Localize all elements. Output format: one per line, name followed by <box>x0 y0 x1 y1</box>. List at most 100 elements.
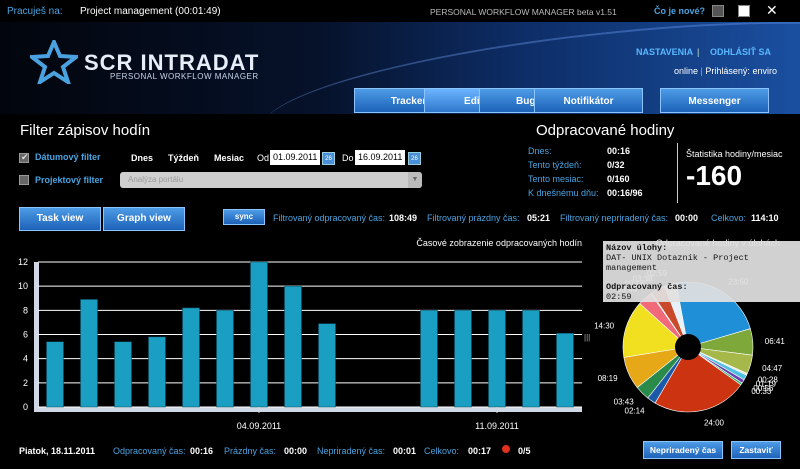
chevron-down-icon: ▼ <box>408 172 422 188</box>
x-tick-label: 04.09.2011 <box>237 421 281 431</box>
to-label: Do <box>342 153 354 163</box>
from-label: Od <box>257 153 270 163</box>
header-banner: SCR INTRADAT PERSONAL WORKFLOW MANAGER N… <box>0 22 800 114</box>
bar <box>284 285 302 408</box>
tooltip-time-value: 02:59 <box>606 292 632 302</box>
sync-button[interactable]: sync <box>223 209 265 225</box>
from-date-field[interactable]: 01.09.2011 <box>270 150 320 165</box>
filtered-empty-label: Filtrovaný prázdny čas: <box>427 213 520 223</box>
stat-label-month: Tento mesiac: <box>528 174 584 184</box>
stats-divider <box>677 143 678 203</box>
filtered-empty-value: 05:21 <box>527 213 551 223</box>
to-date-field[interactable]: 16.09.2011 <box>355 150 405 165</box>
y-tick-label: 12 <box>18 257 28 267</box>
bar <box>148 336 166 408</box>
footer-unassigned-value: 00:01 <box>393 446 417 456</box>
stat-label-week: Tento týždeň: <box>528 160 582 170</box>
working-on-label: Pracuješ na: <box>7 6 63 17</box>
pie-slice-label: 08:19 <box>598 374 619 383</box>
pie-slice-label: 06:41 <box>765 337 786 346</box>
bar <box>114 341 132 408</box>
footer-date: Piatok, 18.11.2011 <box>19 446 96 456</box>
pie-center-marker: ||| <box>584 333 590 342</box>
pie-slice-label: 00:33 <box>751 387 772 396</box>
user-status: online | Prihlásený: enviro <box>674 66 777 76</box>
project-select-value: Analýza portálu <box>128 175 184 184</box>
tooltip-task-value: DAT- UNIX Dotazník - Project management <box>606 253 749 273</box>
filtered-unassigned-value: 00:00 <box>675 213 699 223</box>
bar <box>488 310 506 408</box>
online-status: online <box>674 66 699 76</box>
title-bar: Pracuješ na: Project management (00:01:4… <box>0 0 800 22</box>
stat-value-month: 0/160 <box>607 174 630 184</box>
logged-in-label: Prihlásený: <box>705 66 750 76</box>
pie-slice-label: 03:43 <box>614 398 635 407</box>
bar-chart: 0 2 4 6 8 10 12 04.09.2011 11.09.2011 <box>18 257 582 431</box>
unassigned-time-button[interactable]: Nepriradený čas <box>643 441 723 459</box>
bar <box>318 323 336 408</box>
footer-unassigned-label: Nepriradený čas: <box>317 446 386 456</box>
bar <box>250 261 268 408</box>
header-separator: | <box>697 47 700 57</box>
project-select[interactable]: Analýza portálu ▼ <box>120 172 422 188</box>
pie-slice-label: 24:00 <box>704 418 725 427</box>
footer-worked-value: 00:16 <box>190 446 214 456</box>
y-tick-label: 4 <box>23 354 28 364</box>
pie-slice-label: 04:47 <box>762 364 783 373</box>
tab-notifikator[interactable]: Notifikátor <box>534 88 643 113</box>
pie-slice-label: 02:14 <box>625 407 646 416</box>
filtered-worked-label: Filtrovaný odpracovaný čas: <box>273 213 386 223</box>
date-filter-label[interactable]: Dátumový filter <box>35 152 101 162</box>
today-button[interactable]: Dnes <box>131 153 153 163</box>
task-view-button[interactable]: Task view <box>19 207 101 231</box>
stat-value-todate: 00:16/96 <box>607 188 643 198</box>
y-tick-label: 0 <box>23 402 28 412</box>
bar <box>216 310 234 408</box>
graph-view-button[interactable]: Graph view <box>103 207 185 231</box>
stat-label-todate: K dnešnému dňu: <box>528 188 599 198</box>
tooltip-time-label: Odpracovaný čas: <box>606 282 688 292</box>
footer-worked-label: Odpracovaný čas: <box>113 446 186 456</box>
y-tick-label: 6 <box>23 330 28 340</box>
tab-messenger[interactable]: Messenger <box>660 88 769 113</box>
to-calendar-icon[interactable]: 26 <box>408 152 421 165</box>
filtered-total-value: 114:10 <box>751 213 779 223</box>
record-icon[interactable] <box>502 445 510 453</box>
bar <box>46 341 64 408</box>
from-calendar-icon[interactable]: 26 <box>322 152 335 165</box>
logged-in-user: enviro <box>752 66 777 76</box>
x-tick-label: 11.09.2011 <box>475 421 519 431</box>
y-tick-label: 10 <box>18 281 28 291</box>
close-icon[interactable]: ✕ <box>766 2 778 19</box>
project-filter-label[interactable]: Projektový filter <box>35 175 103 185</box>
bar <box>80 299 98 408</box>
week-button[interactable]: Týždeň <box>168 153 199 163</box>
y-axis-wall <box>34 262 39 412</box>
whats-new-link[interactable]: Čo je nové? <box>654 6 705 16</box>
logo-subtitle: PERSONAL WORKFLOW MANAGER <box>110 72 259 81</box>
working-on-value: Project management (00:01:49) <box>80 6 221 17</box>
month-button[interactable]: Mesiac <box>214 153 244 163</box>
minimize-icon[interactable] <box>712 5 724 17</box>
y-tick-label: 2 <box>23 378 28 388</box>
stat-value-today: 00:16 <box>607 146 631 156</box>
stop-button[interactable]: Zastaviť <box>731 441 781 459</box>
star-logo-icon <box>30 40 78 84</box>
bar <box>556 333 574 408</box>
stat-value-week: 0/32 <box>607 160 625 170</box>
monthly-stat-value: -160 <box>686 160 743 191</box>
project-filter-checkbox[interactable] <box>19 175 29 185</box>
pie-hole <box>675 334 701 360</box>
maximize-icon[interactable] <box>738 5 750 17</box>
settings-link[interactable]: NASTAVENIA <box>636 47 693 57</box>
x-axis-floor <box>34 407 582 412</box>
footer-empty-value: 00:00 <box>284 446 308 456</box>
footer-total-value: 00:17 <box>468 446 492 456</box>
stats-title: Odpracované hodiny <box>536 122 675 139</box>
stat-label-today: Dnes: <box>528 146 552 156</box>
footer-count: 0/5 <box>518 446 531 456</box>
bar <box>522 310 540 408</box>
logout-link[interactable]: ODHLÁSIŤ SA <box>710 47 771 57</box>
checkmark-icon: ✔ <box>21 152 29 162</box>
date-filter-checkbox[interactable]: ✔ <box>19 152 29 163</box>
